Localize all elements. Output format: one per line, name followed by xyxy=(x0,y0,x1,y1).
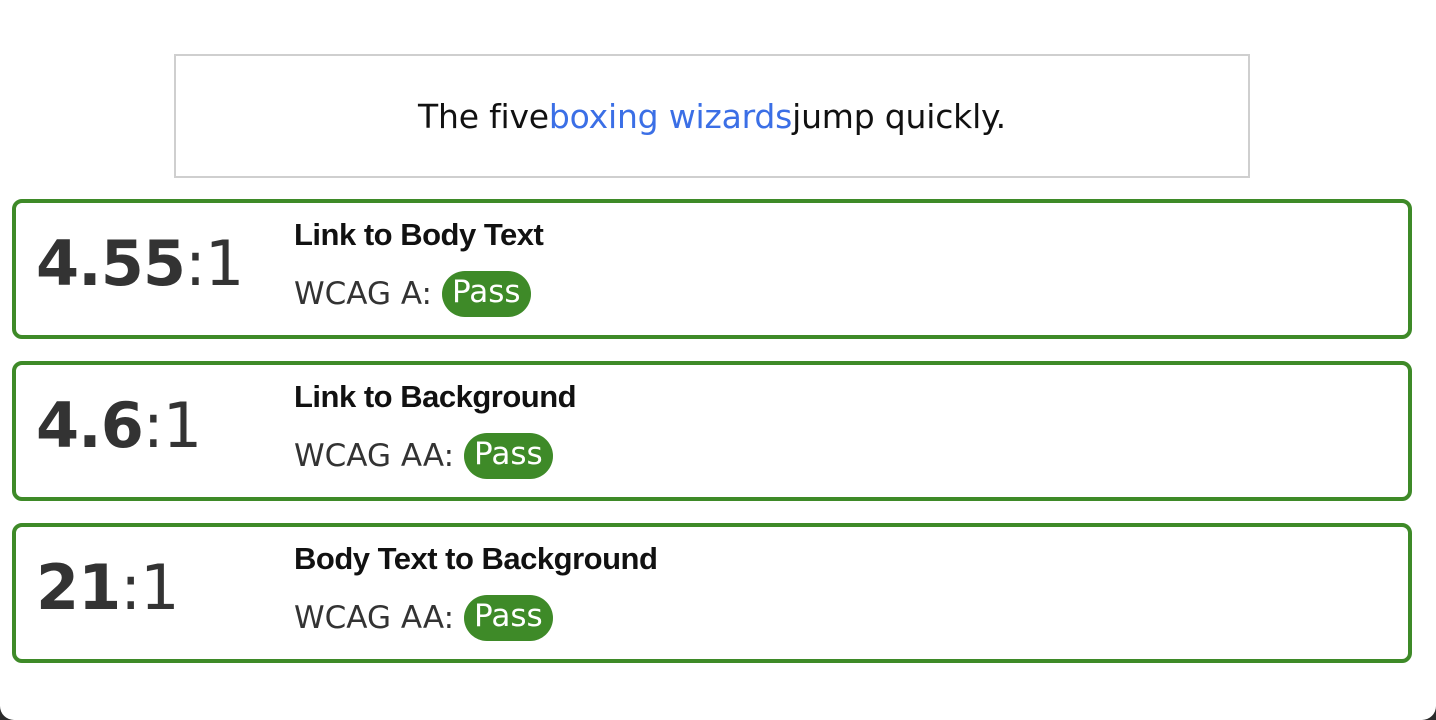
contrast-ratio: 4.55:1 xyxy=(36,233,244,295)
ratio-value: 4.55 xyxy=(36,227,186,300)
pass-badge: Pass xyxy=(464,595,553,641)
contrast-ratio: 21:1 xyxy=(36,557,180,619)
wcag-row: WCAG AA: Pass xyxy=(294,595,553,641)
ratio-denominator: 1 xyxy=(204,227,244,300)
result-label: Body Text to Background xyxy=(294,541,658,576)
pass-badge: Pass xyxy=(464,433,553,479)
pass-badge: Pass xyxy=(441,271,531,317)
ratio-separator: : xyxy=(184,227,206,300)
ratio-denominator: 1 xyxy=(162,389,202,462)
result-body-text-to-background: 21:1 Body Text to Background WCAG AA: Pa… xyxy=(12,523,1412,663)
ratio-value: 4.6 xyxy=(36,389,144,462)
result-label: Link to Background xyxy=(294,379,577,414)
contrast-ratio: 4.6:1 xyxy=(36,395,202,457)
wcag-level: WCAG A: xyxy=(294,275,432,312)
ratio-separator: : xyxy=(120,551,141,624)
text-preview-box: The five boxing wizards jump quickly. xyxy=(174,54,1250,178)
ratio-denominator: 1 xyxy=(140,551,179,624)
preview-link[interactable]: boxing wizards xyxy=(549,97,792,136)
preview-text-after: jump quickly. xyxy=(792,96,1006,136)
preview-text-before: The five xyxy=(418,96,549,136)
wcag-row: WCAG AA: Pass xyxy=(294,433,553,479)
result-link-to-background: 4.6:1 Link to Background WCAG AA: Pass xyxy=(12,361,1412,501)
wcag-level: WCAG AA: xyxy=(294,437,455,474)
result-label: Link to Body Text xyxy=(294,217,544,252)
ratio-separator: : xyxy=(142,389,164,462)
ratio-value: 21 xyxy=(36,551,121,624)
wcag-row: WCAG A: Pass xyxy=(294,271,531,317)
wcag-level: WCAG AA: xyxy=(294,599,455,636)
result-link-to-body-text: 4.55:1 Link to Body Text WCAG A: Pass xyxy=(12,199,1412,339)
